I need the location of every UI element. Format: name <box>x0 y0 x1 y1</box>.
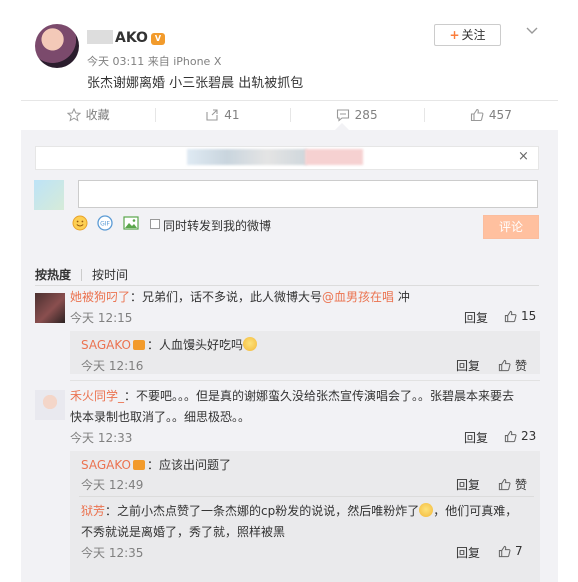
like-button[interactable]: 457 <box>423 101 558 128</box>
mention-link[interactable]: @血男孩在唱 <box>322 290 394 304</box>
vip-badge-icon <box>133 460 146 470</box>
reply-time: 今天 12:49 <box>81 478 144 492</box>
reply-time: 今天 12:16 <box>81 359 144 373</box>
repost-icon <box>206 108 218 121</box>
reply-button[interactable]: 回复 <box>456 544 480 561</box>
post-text: 张杰谢娜离婚 小三张碧晨 出轨被抓包 <box>87 76 304 91</box>
vip-badge-icon <box>133 340 146 350</box>
reply-like-button[interactable]: 赞 <box>498 476 527 493</box>
chevron-down-icon[interactable] <box>524 22 540 38</box>
reply-author[interactable]: SAGAKO <box>81 338 131 352</box>
follow-button[interactable]: + 关注 <box>434 24 501 46</box>
divider <box>79 496 534 497</box>
thumbs-up-icon <box>504 310 517 322</box>
comment-author[interactable]: 她被狗叼了 <box>70 290 130 304</box>
action-bar: 收藏 41 285 457 <box>21 100 558 128</box>
comment-time: 今天 12:15 <box>70 311 133 325</box>
redacted-name-mask <box>87 30 113 44</box>
blurred-content <box>305 149 363 165</box>
svg-text:GIF: GIF <box>100 221 110 228</box>
reply-text-line2: 不秀就说是离婚了，秀了就，照样被黑 <box>81 525 286 539</box>
smile-emoji-icon <box>419 503 434 517</box>
repost-button[interactable]: 41 <box>155 101 289 128</box>
thumbs-up-icon <box>498 359 511 372</box>
reply-time: 今天 12:35 <box>81 546 144 560</box>
comment-button[interactable]: 285 <box>289 101 424 128</box>
image-icon[interactable] <box>123 215 139 231</box>
gif-icon[interactable]: GIF <box>97 215 113 231</box>
reply-button[interactable]: 回复 <box>464 429 488 446</box>
sort-bar: 按热度 按时间 <box>35 266 128 283</box>
emoji-icon[interactable] <box>72 215 88 231</box>
reply-button[interactable]: 回复 <box>456 357 480 374</box>
comment-author[interactable]: 禾火同学_ <box>70 389 124 403</box>
reply-like-button[interactable]: 赞 <box>498 357 527 374</box>
vip-badge-icon: V <box>150 33 165 45</box>
thumbs-up-icon <box>498 545 511 557</box>
comment-icon <box>336 108 349 122</box>
thumbs-up-icon <box>470 108 484 121</box>
comment-like-button[interactable]: 23 <box>504 429 536 443</box>
divider <box>70 380 540 381</box>
reply-button[interactable]: 回复 <box>456 476 480 493</box>
comment-time: 今天 12:33 <box>70 431 133 445</box>
sort-by-time[interactable]: 按时间 <box>92 266 128 283</box>
comment-text: 禾火同学_：不要吧。。。但是真的谢娜蛮久没给张杰宣传演唱会了。。张碧晨本来要去 <box>70 389 515 403</box>
reply-button[interactable]: 回复 <box>464 309 488 326</box>
reply-text: 狱芳：之前小杰点赞了一条杰娜的cp粉发的说说，然后唯粉炸了 ，他们可真难， <box>81 503 518 518</box>
reply-text: SAGAKO ：人血馒头好吃吗 <box>81 334 258 356</box>
reply-author[interactable]: SAGAKO <box>81 458 131 472</box>
reply-author[interactable]: 狱芳 <box>81 504 105 518</box>
comment-avatar[interactable] <box>35 293 65 323</box>
sort-by-hot[interactable]: 按热度 <box>35 266 71 283</box>
comment-input[interactable] <box>78 180 538 208</box>
author-avatar[interactable] <box>35 24 79 68</box>
forward-label: 同时转发到我的微博 <box>163 219 272 233</box>
submit-comment-button[interactable]: 评论 <box>483 215 539 239</box>
panel-caret <box>335 123 349 130</box>
close-icon[interactable]: × <box>518 149 529 164</box>
author-name[interactable]: AKO V <box>87 30 165 46</box>
blurred-content <box>187 149 307 165</box>
my-avatar <box>34 180 64 210</box>
comment-text-line2: 快本录制也取消了。。细思极恐。。 <box>70 410 251 424</box>
plus-icon: + <box>449 28 460 42</box>
comment-like-button[interactable]: 15 <box>504 309 536 323</box>
favorite-button[interactable]: 收藏 <box>21 101 155 128</box>
reply-text: SAGAKO ：应该出问题了 <box>81 458 232 472</box>
sort-divider <box>81 269 83 281</box>
smile-emoji-icon <box>243 337 258 351</box>
post-meta: 今天 03:11 来自 iPhone X <box>87 55 222 68</box>
star-icon <box>66 107 81 122</box>
thumbs-up-icon <box>504 430 517 442</box>
comment-avatar[interactable] <box>35 390 65 420</box>
thumbs-up-icon <box>498 478 511 491</box>
forward-checkbox[interactable] <box>150 219 160 229</box>
comment-text: 她被狗叼了：兄弟们，话不多说，此人微博大号@血男孩在唱 冲 <box>70 290 410 304</box>
reply-like-button[interactable]: 7 <box>498 544 523 558</box>
